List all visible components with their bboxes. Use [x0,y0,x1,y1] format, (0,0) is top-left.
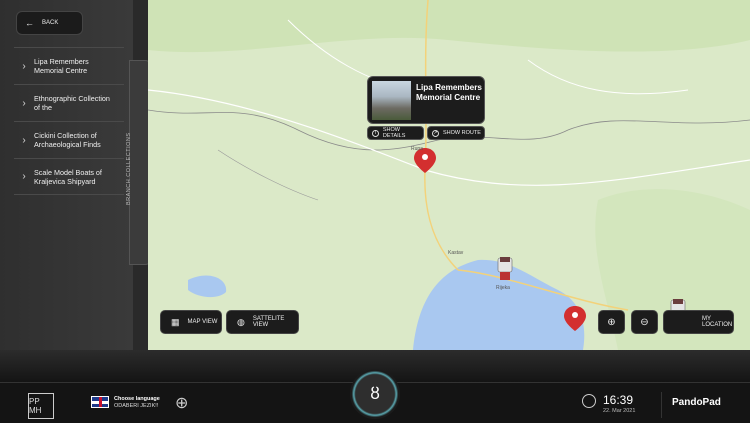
map-graphics [148,0,750,350]
location-popup[interactable]: Lipa Remembers Memorial Centre [367,76,485,124]
my-location-button[interactable]: MY LOCATION [663,310,734,334]
back-button[interactable]: ← BACK [16,11,83,35]
town-label: Rupa [411,146,423,152]
town-label: Rijeka [496,285,510,291]
my-location-label: MY LOCATION [702,316,733,328]
drawer-handle-label: BRANCH COLLECTIONS [126,132,132,205]
route-icon: ↗ [432,129,439,137]
popup-title: Lipa Remembers Memorial Centre [416,83,482,102]
chevron-right-icon: › [22,60,26,72]
map-canvas[interactable]: Rupa Rijeka Kastav [148,0,750,350]
globe-icon: ◍ [237,316,245,327]
choose-language-label[interactable]: Choose language [114,396,160,402]
list-item[interactable]: › Ethnographic Collection of the [14,84,124,121]
show-route-button[interactable]: ↗ SHOW ROUTE [427,126,485,140]
show-details-label: SHOW DETAILS [382,127,406,139]
chevron-right-icon: › [22,134,26,146]
map-icon: ▦ [171,316,180,327]
zoom-in-icon: ⊕ [607,316,616,328]
back-label: BACK [42,20,59,26]
list-item[interactable]: › Scale Model Boats of Kraljevica Shipya… [14,158,124,195]
bull-logo-icon: ȣ [370,384,380,403]
show-details-button[interactable]: i SHOW DETAILS [367,126,424,140]
divider [661,392,662,418]
chevron-right-icon: › [22,171,26,182]
satellite-view-label: SATTELITE VIEW [252,316,285,328]
list-item-label: Scale Model Boats of Kraljevica Shipyard [34,167,102,186]
chevron-right-icon: › [22,97,26,109]
list-item-label: Lipa Remembers Memorial Centre [34,57,89,75]
collection-list: › Lipa Remembers Memorial Centre › Ethno… [14,47,124,195]
home-button[interactable]: ȣ [350,369,400,419]
list-item[interactable]: › Lipa Remembers Memorial Centre [14,47,124,84]
town-label: Kastav [448,250,464,256]
arrow-left-icon: ← [25,18,34,28]
map-view-label: MAP VIEW [187,319,218,325]
map-view-button[interactable]: ▦ MAP VIEW [160,310,222,334]
choose-language-sub[interactable]: ODABERI JEZIK!! [114,403,158,409]
list-item-label: Cickini Collection of Archaeological Fin… [34,131,101,149]
brand-logo: PandoPad [672,397,721,408]
satellite-view-button[interactable]: ◍ SATTELITE VIEW [226,310,299,334]
date-display: 22. Mar 2021 [603,408,636,414]
museum-logo: PP MH [28,393,54,419]
zoom-out-icon: ⊖ [640,316,649,328]
zoom-out-button[interactable]: ⊖ [631,310,658,334]
list-item[interactable]: › Cickini Collection of Archaeological F… [14,121,124,158]
list-item-label: Ethnographic Collection of the [34,94,110,112]
uk-flag-icon[interactable] [91,396,109,408]
clock-icon [582,394,596,408]
time-display: 16:39 [603,393,634,407]
info-icon: i [372,129,379,137]
zoom-in-button[interactable]: ⊕ [598,310,625,334]
location-thumbnail [372,81,411,120]
show-route-label: SHOW ROUTE [443,130,481,136]
globe-icon[interactable]: ⊕ [175,393,188,413]
